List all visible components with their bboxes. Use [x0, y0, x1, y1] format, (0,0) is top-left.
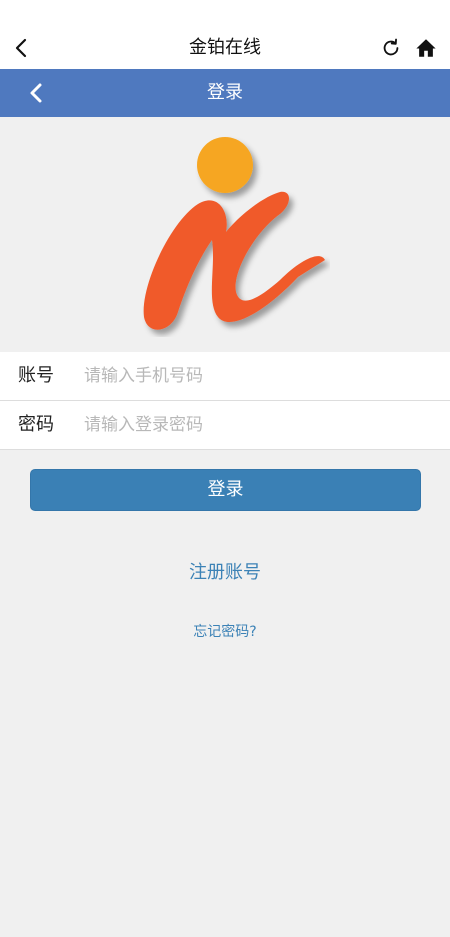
- home-icon[interactable]: [415, 37, 437, 59]
- account-input[interactable]: [84, 360, 434, 392]
- brand-logo: [143, 137, 325, 330]
- account-row: 账号: [0, 352, 450, 400]
- login-form: 账号 密码: [0, 352, 450, 450]
- account-label: 账号: [18, 365, 54, 386]
- password-row: 密码: [0, 401, 450, 449]
- login-button[interactable]: 登录: [30, 469, 421, 511]
- forgot-password-link[interactable]: 忘记密码?: [0, 622, 450, 642]
- password-label: 密码: [18, 414, 54, 435]
- page-title: 登录: [207, 82, 243, 103]
- password-input[interactable]: [84, 409, 434, 441]
- native-top-bar: 金铂在线: [0, 0, 450, 69]
- page-header: 登录: [0, 69, 450, 117]
- form-bottom-border: [0, 449, 450, 450]
- refresh-icon[interactable]: [380, 37, 402, 59]
- register-link[interactable]: 注册账号: [0, 561, 450, 585]
